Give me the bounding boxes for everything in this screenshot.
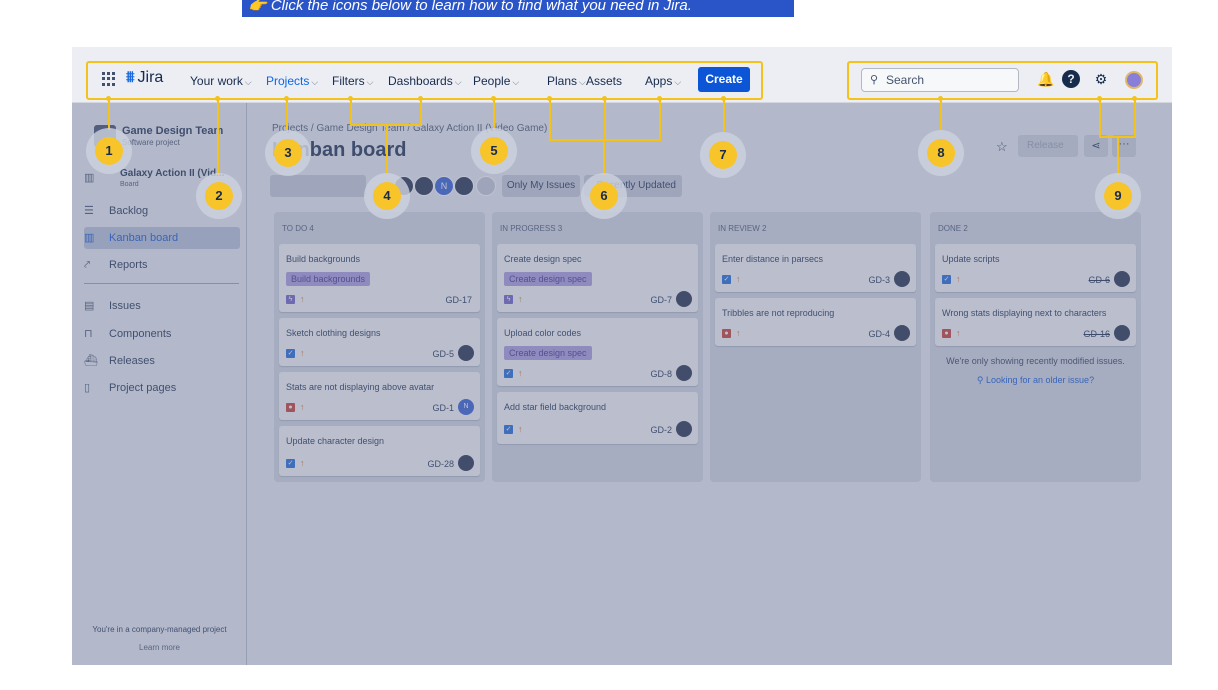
pointer-line: [723, 100, 725, 132]
pointer-line: [493, 100, 495, 130]
hotspot-marker-7[interactable]: 7: [700, 132, 746, 178]
pointer-line: [1134, 100, 1136, 137]
highlight-top-right: [847, 61, 1158, 100]
pointer-line: [604, 100, 606, 140]
hotspot-marker-5[interactable]: 5: [471, 128, 517, 174]
jira-screenshot: ⩩ Jira Your work ⌵ Projects ⌵ Filters ⌵ Dash…: [72, 47, 1172, 665]
hotspot-marker-1[interactable]: 1: [86, 128, 132, 174]
pointer-line: [940, 100, 942, 130]
instruction-banner: 👉 Click the icons below to learn how to …: [242, 0, 794, 17]
pointer-line: [1099, 100, 1101, 137]
hotspot-marker-8[interactable]: 8: [918, 130, 964, 176]
hotspot-marker-9[interactable]: 9: [1095, 173, 1141, 219]
pointer-line: [1117, 136, 1119, 176]
hotspot-marker-6[interactable]: 6: [581, 173, 627, 219]
highlight-top-nav: [86, 61, 763, 100]
pointer-line: [217, 100, 219, 175]
pointer-line: [350, 100, 352, 125]
pointer-line: [549, 139, 661, 141]
pointer-line: [108, 100, 110, 130]
pointer-line: [659, 100, 661, 140]
hotspot-marker-2[interactable]: 2: [196, 173, 242, 219]
pointer-line: [286, 100, 288, 130]
hotspot-marker-3[interactable]: 3: [265, 130, 311, 176]
pointer-line: [549, 100, 551, 140]
pointer-line: [603, 139, 605, 175]
tutorial-stage: 👉 Click the icons below to learn how to …: [0, 0, 1218, 690]
pointer-line: [386, 124, 388, 174]
pointer-line: [420, 100, 422, 125]
hotspot-marker-4[interactable]: 4: [364, 173, 410, 219]
